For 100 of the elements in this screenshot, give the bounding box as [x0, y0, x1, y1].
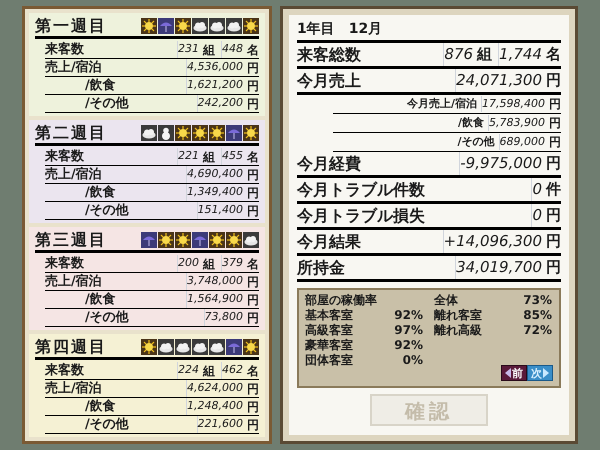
- row-label: /その他: [457, 134, 494, 150]
- row-label: 今月経費: [297, 152, 361, 174]
- unit-label: 円: [546, 70, 561, 92]
- row-label: 所持金: [297, 256, 345, 278]
- value-field: 242,200: [196, 95, 245, 112]
- room-label: 全体: [434, 293, 458, 308]
- row-label: /飲食: [85, 290, 116, 309]
- row-label: /飲食: [85, 184, 116, 202]
- unit-label: 名: [247, 148, 259, 166]
- month-label: 12月: [348, 20, 382, 39]
- occupancy-title: 部屋の稼働率: [305, 293, 378, 308]
- right-triangle-icon: [543, 368, 549, 378]
- unit-label: 円: [247, 292, 259, 308]
- unit-label: 円: [247, 310, 259, 326]
- value-field: 34,019,700: [455, 256, 544, 279]
- value-field: 224: [177, 362, 201, 379]
- unit-label: 円: [546, 205, 561, 226]
- value-field: 73,800: [204, 309, 245, 326]
- value-field: 4,690,400: [186, 166, 245, 183]
- value-field: 221,600: [196, 416, 245, 433]
- unit-label: 円: [247, 274, 259, 290]
- unit-label: 円: [247, 380, 259, 398]
- row-label: 今月売上: [297, 70, 361, 92]
- next-button[interactable]: 次: [527, 365, 553, 381]
- value-field: 455: [221, 148, 245, 165]
- row-label: 今月売上/宿泊: [406, 96, 478, 112]
- value-field: +14,096,300: [442, 230, 544, 253]
- room-label: 豪華客室: [305, 338, 353, 353]
- value-field: 200: [177, 255, 201, 272]
- room-label: 高級客室: [305, 323, 353, 338]
- row-label: /その他: [85, 94, 129, 113]
- value-field: 876: [443, 43, 476, 66]
- value-field: 24,071,300: [455, 69, 544, 92]
- value-field: 4,624,000: [186, 380, 245, 397]
- value-field: 0: [531, 204, 544, 227]
- row-label: 来客総数: [297, 44, 361, 66]
- room-label: 基本客室: [305, 308, 353, 323]
- unit-label: 円: [546, 231, 561, 252]
- unit-label: 組: [203, 42, 215, 58]
- value-field: 1,564,900: [186, 291, 245, 308]
- value-field: 689,000: [498, 134, 547, 150]
- value-field: 379: [221, 255, 245, 272]
- unit-label: 円: [247, 78, 259, 94]
- value-field: 5,783,900: [488, 114, 547, 132]
- week-title: 第四週目: [35, 336, 107, 358]
- value-field: 462: [221, 362, 245, 379]
- value-field: 1,621,200: [186, 77, 245, 94]
- rate-value: 0%: [402, 353, 423, 368]
- row-label: 今月トラブル損失: [297, 204, 425, 226]
- unit-label: 円: [247, 166, 259, 184]
- row-label: 今月トラブル件数: [297, 178, 425, 200]
- unit-label: 名: [247, 362, 259, 380]
- unit-label: 円: [546, 257, 561, 278]
- rate-value: 92%: [394, 308, 423, 323]
- value-field: 0: [531, 178, 544, 201]
- value-field: 17,598,400: [481, 96, 547, 112]
- unit-label: 円: [247, 184, 259, 202]
- value-field: 448: [221, 41, 245, 58]
- unit-label: 組: [477, 44, 492, 66]
- unit-label: 名: [247, 256, 259, 272]
- value-field: 221: [177, 148, 201, 165]
- row-label: 売上/宿泊: [45, 272, 102, 291]
- value-field: 1,248,400: [186, 398, 245, 415]
- rate-value: 97%: [394, 323, 423, 338]
- rate-value: 85%: [523, 308, 552, 323]
- unit-label: 組: [203, 256, 215, 272]
- rate-value: 72%: [523, 323, 552, 338]
- row-label: 来客数: [45, 362, 84, 380]
- unit-label: 名: [546, 44, 561, 66]
- unit-label: 円: [247, 416, 259, 434]
- row-label: 売上/宿泊: [45, 166, 102, 184]
- value-field: 151,400: [196, 202, 245, 219]
- row-label: /飲食: [85, 76, 116, 95]
- unit-label: 円: [549, 134, 561, 151]
- value-field: -9,975,000: [459, 152, 544, 175]
- value-field: 1,744: [498, 43, 544, 66]
- unit-label: 円: [549, 115, 561, 132]
- unit-label: 円: [247, 60, 259, 76]
- week-title: 第三週目: [35, 228, 107, 250]
- value-field: 1,349,400: [186, 184, 245, 201]
- row-label: 来客数: [45, 148, 84, 166]
- year-label: 1年目: [297, 20, 335, 39]
- previous-button[interactable]: 前: [501, 365, 527, 381]
- row-label: /その他: [85, 308, 129, 327]
- row-label: 売上/宿泊: [45, 380, 102, 398]
- row-label: 売上/宿泊: [45, 58, 102, 77]
- left-triangle-icon: [505, 368, 511, 378]
- week-title: 第一週目: [35, 14, 107, 36]
- unit-label: 組: [203, 362, 215, 380]
- room-label: 離れ高級: [434, 323, 482, 338]
- unit-label: 円: [247, 398, 259, 416]
- rate-value: 92%: [394, 338, 423, 353]
- unit-label: 円: [247, 202, 259, 220]
- room-label: 団体客室: [305, 353, 353, 368]
- row-label: /その他: [85, 202, 129, 220]
- unit-label: 円: [247, 96, 259, 112]
- row-label: 来客数: [45, 40, 84, 59]
- unit-label: 円: [546, 153, 561, 174]
- unit-label: 名: [247, 42, 259, 58]
- value-field: 4,536,000: [186, 59, 245, 76]
